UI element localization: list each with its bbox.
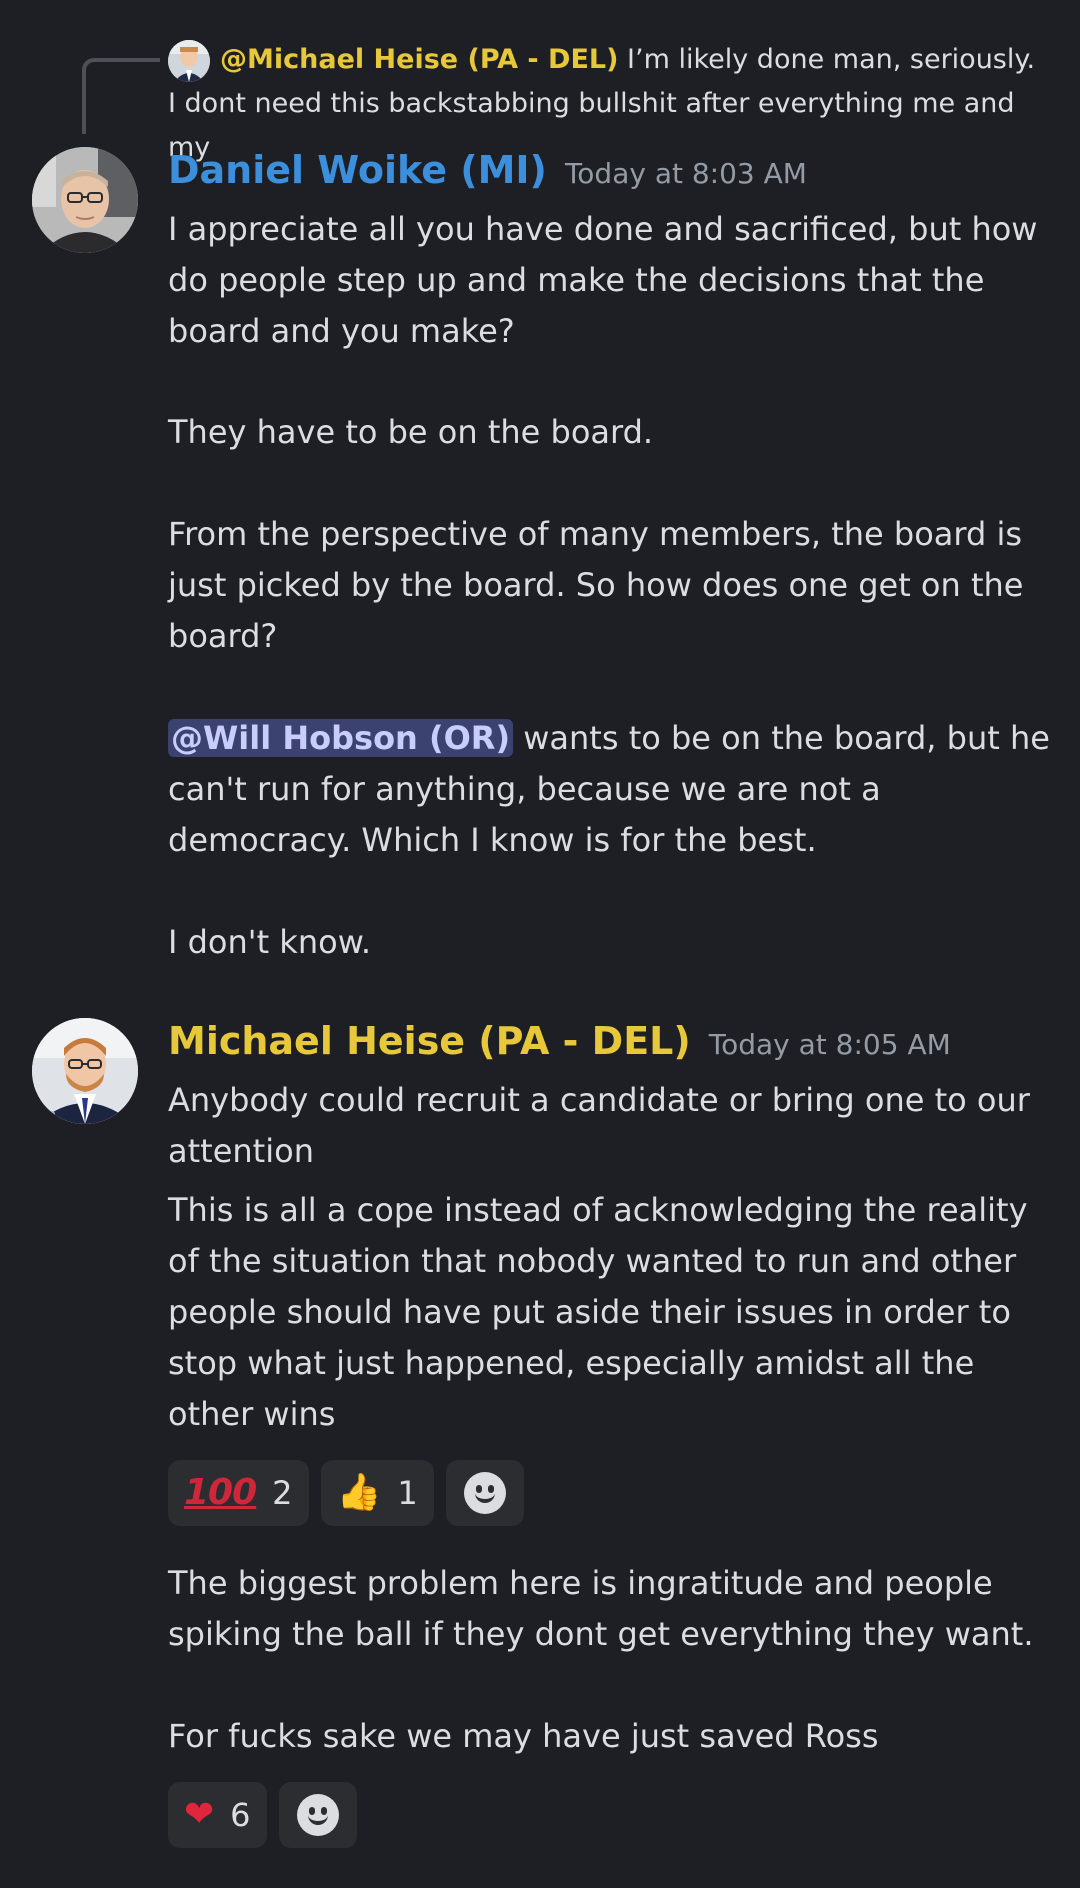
chat-channel: @Michael Heise (PA - DEL) I’m likely don… xyxy=(0,0,1080,1888)
message-header-daniel: Daniel Woike (MI) Today at 8:03 AM xyxy=(168,148,807,208)
timestamp[interactable]: Today at 8:05 AM xyxy=(709,1028,951,1061)
author-name[interactable]: Michael Heise (PA - DEL) xyxy=(168,1019,691,1063)
smiley-icon xyxy=(296,1794,339,1836)
message-text: From the perspective of many members, th… xyxy=(168,515,1024,655)
author-name[interactable]: Daniel Woike (MI) xyxy=(168,148,547,192)
add-reaction-button[interactable] xyxy=(445,1460,524,1526)
reaction-thumbs-up[interactable]: 👍 1 xyxy=(320,1460,434,1526)
timestamp[interactable]: Today at 8:03 AM xyxy=(565,157,807,190)
message-text: This is all a cope instead of acknowledg… xyxy=(168,1191,1028,1433)
message-text: I appreciate all you have done and sacri… xyxy=(168,210,1038,350)
thumbs-up-icon: 👍 xyxy=(336,1472,382,1513)
message-text: For fucks sake we may have just saved Ro… xyxy=(168,1717,879,1755)
reaction-count: 6 xyxy=(230,1796,251,1834)
message-text-with-mention: @Will Hobson (OR) wants to be on the boa… xyxy=(168,713,1054,866)
message-text: Anybody could recruit a candidate or bri… xyxy=(168,1081,1030,1170)
smiley-icon xyxy=(463,1472,506,1514)
reactions-bar: ❤ 6 xyxy=(168,1782,357,1848)
reaction-count: 2 xyxy=(272,1474,293,1512)
reactions-bar: 100 2 👍 1 xyxy=(168,1460,524,1526)
message-text: I don't know. xyxy=(168,923,372,961)
reaction-count: 1 xyxy=(397,1474,418,1512)
reply-avatar[interactable] xyxy=(168,39,210,82)
avatar-daniel[interactable] xyxy=(32,147,138,253)
message-header-michael: Michael Heise (PA - DEL) Today at 8:05 AM xyxy=(168,1019,951,1079)
message-text: They have to be on the board. xyxy=(168,413,654,451)
reply-connector xyxy=(82,58,160,134)
heart-icon: ❤ xyxy=(184,1794,215,1835)
avatar-michael[interactable] xyxy=(32,1018,138,1124)
hundred-points-icon: 100 xyxy=(184,1472,257,1513)
message-text: The biggest problem here is ingratitude … xyxy=(168,1564,1034,1653)
add-reaction-button[interactable] xyxy=(278,1782,357,1848)
reaction-hundred[interactable]: 100 2 xyxy=(168,1460,309,1526)
reaction-heart[interactable]: ❤ 6 xyxy=(168,1782,267,1848)
reply-author[interactable]: @Michael Heise (PA - DEL) xyxy=(220,44,618,75)
user-mention[interactable]: @Will Hobson (OR) xyxy=(168,719,514,757)
